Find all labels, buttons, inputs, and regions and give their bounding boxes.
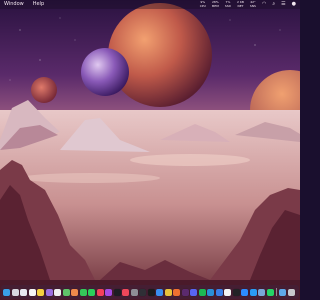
search-icon[interactable]: ⌕ [272, 0, 275, 9]
dock [1, 285, 299, 299]
dock-xcode-icon[interactable] [215, 288, 223, 296]
siri-icon[interactable]: ● [292, 0, 296, 9]
menu-help[interactable]: Help [33, 0, 44, 9]
dock-music-icon[interactable] [96, 288, 104, 296]
dock-messages-icon[interactable] [88, 288, 95, 296]
dock-safari-icon[interactable] [156, 288, 163, 296]
status-mem-label: MEM [211, 3, 219, 8]
dock-vscode-icon[interactable] [207, 288, 214, 296]
dock-spotify-icon[interactable] [198, 288, 206, 296]
dock-chrome-icon[interactable] [164, 288, 172, 296]
dock-reminders-icon[interactable] [54, 288, 61, 296]
status-ssd-label: SSD [224, 3, 231, 8]
dock-maps-icon[interactable] [62, 288, 70, 296]
status-mem[interactable]: 28% MEM [211, 0, 219, 8]
dock-discord-icon[interactable] [190, 288, 197, 296]
wifi-icon[interactable]: ◠ [262, 0, 266, 9]
dock-whatsapp-icon[interactable] [266, 288, 274, 296]
menu-bar: Window Help 9% CPU 28% MEM 7% SSD 2 KB N… [0, 0, 300, 9]
dock-preview-icon[interactable] [258, 288, 265, 296]
dock-files-icon[interactable] [45, 288, 53, 296]
dock-slack-icon[interactable] [181, 288, 189, 296]
status-cpu[interactable]: 9% CPU [199, 0, 206, 8]
dock-notion-icon[interactable] [224, 288, 231, 296]
dock-podcasts-icon[interactable] [105, 288, 112, 296]
status-sensor-label: SNS [249, 3, 256, 8]
status-sensor[interactable]: 42° SNS [249, 0, 256, 8]
dock-news-icon[interactable] [122, 288, 129, 296]
status-net-label: NET [237, 3, 244, 8]
dock-app-store-icon[interactable] [249, 288, 257, 296]
dock-tv-icon[interactable] [113, 288, 121, 296]
dock-launchpad-icon[interactable] [11, 288, 19, 296]
dock-finder-icon[interactable] [3, 288, 10, 296]
dock-notes-icon[interactable] [37, 288, 44, 296]
status-net[interactable]: 2 KB NET [237, 0, 244, 8]
dock-firefox-icon[interactable] [173, 288, 180, 296]
dock-zoom-icon[interactable] [241, 288, 248, 296]
dock-activity-monitor-icon[interactable] [139, 288, 146, 296]
dock-trash-icon[interactable] [287, 288, 295, 296]
dock-figma-icon[interactable] [232, 288, 240, 296]
menu-status-area: 9% CPU 28% MEM 7% SSD 2 KB NET 42° SNS ◠… [200, 0, 296, 9]
dock-terminal-icon[interactable] [147, 288, 155, 296]
dock-system-settings-icon[interactable] [130, 288, 138, 296]
dock-downloads-icon[interactable] [279, 288, 287, 296]
dock-calendar-icon[interactable] [28, 288, 36, 296]
dock-divider [276, 288, 277, 296]
status-cpu-label: CPU [199, 3, 206, 8]
status-ssd[interactable]: 7% SSD [224, 0, 231, 8]
dock-mail-icon[interactable] [20, 288, 27, 296]
control-center-icon[interactable]: ☰ [281, 0, 285, 9]
menu-window[interactable]: Window [4, 0, 24, 9]
dock-photos-icon[interactable] [71, 288, 78, 296]
desktop-wallpaper [0, 0, 300, 300]
dock-facetime-icon[interactable] [79, 288, 87, 296]
